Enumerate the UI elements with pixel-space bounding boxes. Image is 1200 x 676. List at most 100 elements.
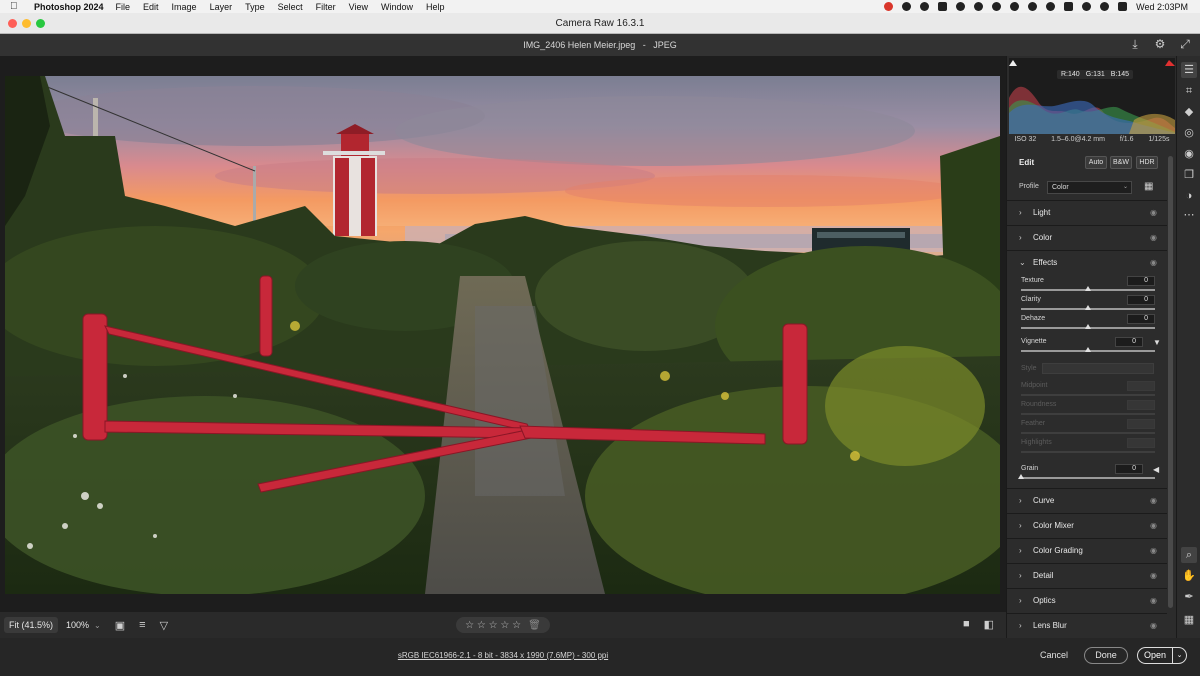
panel-scrollbar[interactable] [1168,156,1173,608]
section-light[interactable]: › Light ◉ [1007,200,1167,225]
red-eye-icon[interactable]: ◉ [1181,146,1197,162]
battery-icon[interactable] [1064,2,1074,11]
done-button[interactable]: Done [1084,647,1128,664]
section-color-grading[interactable]: › Color Grading ◉ [1007,538,1167,563]
circle-status-icon[interactable] [992,2,1002,11]
bw-button[interactable]: B&W [1110,156,1132,169]
zoom-dropdown-icon[interactable]: ⌄ [94,621,101,630]
sort-icon[interactable]: ≡ [139,619,145,631]
zoom-100-button[interactable]: 100% [66,620,89,630]
dehaze-value[interactable]: 0 [1127,314,1155,324]
profile-dropdown[interactable]: Color ⌄ [1047,181,1132,194]
section-curve[interactable]: › Curve ◉ [1007,488,1167,513]
more-options-icon[interactable]: ⋯ [1181,207,1197,223]
grid-overlay-icon[interactable]: ▦ [1181,612,1197,628]
trash-icon[interactable]: 🗑 [528,620,541,631]
vignette-value[interactable]: 0 [1115,337,1143,347]
menu-select[interactable]: Select [278,2,303,12]
masking-icon[interactable]: ◎ [1181,125,1197,141]
minimize-window-button[interactable] [22,19,31,28]
star-rating[interactable]: ☆ ☆ ☆ ☆ ☆ [465,620,521,631]
section-effects[interactable]: ⌄ Effects ◉ [1007,250,1167,275]
eye-icon[interactable]: ◉ [1150,496,1157,505]
eye-icon[interactable]: ◉ [1150,571,1157,580]
texture-value[interactable]: 0 [1127,276,1155,286]
menu-image[interactable]: Image [172,2,197,12]
app-status-icon[interactable] [884,2,894,11]
image-canvas[interactable] [0,56,1006,612]
search-icon[interactable] [1100,2,1110,11]
apple-icon[interactable]:  [10,1,24,12]
photo-preview[interactable] [5,76,1000,594]
dehaze-thumb[interactable] [1085,324,1091,329]
texture-slider[interactable]: Texture 0 [1007,276,1167,297]
eye-icon[interactable]: ◉ [1150,596,1157,605]
snapshots-icon[interactable]: ❐ [1181,167,1197,183]
menu-type[interactable]: Type [245,2,265,12]
clarity-value[interactable]: 0 [1127,295,1155,305]
vignette-thumb[interactable] [1085,347,1091,352]
dehaze-slider[interactable]: Dehaze 0 [1007,314,1167,335]
wifi-icon[interactable] [1082,2,1092,11]
app-menu-photoshop[interactable]: Photoshop 2024 [34,2,104,12]
eye-icon[interactable]: ◉ [1150,258,1157,267]
rating-stars[interactable]: ☆ ☆ ☆ ☆ ☆ 🗑 [456,617,550,633]
filmstrip-icon[interactable]: ▣ [115,619,125,632]
section-detail[interactable]: › Detail ◉ [1007,563,1167,588]
single-view-icon[interactable]: ■ [963,618,970,631]
expand-icon[interactable]: ⤢ [1178,37,1192,51]
menu-edit[interactable]: Edit [143,2,159,12]
edit-sliders-icon[interactable]: ☰ [1181,62,1197,78]
save-download-icon[interactable]: ⤓ [1128,37,1142,51]
hdr-button[interactable]: HDR [1136,156,1158,169]
eye-icon[interactable]: ◉ [1150,521,1157,530]
grain-track[interactable] [1021,477,1155,479]
dropbox-icon[interactable] [1046,2,1056,11]
eye-icon[interactable]: ◉ [1150,621,1157,630]
section-color[interactable]: › Color ◉ [1007,225,1167,250]
cancel-button[interactable]: Cancel [1040,650,1068,660]
color-sampler-icon[interactable]: ✒ [1181,589,1197,605]
menu-window[interactable]: Window [381,2,413,12]
menu-file[interactable]: File [116,2,131,12]
gear-status-icon[interactable] [974,2,984,11]
eye-icon[interactable]: ◉ [1150,208,1157,217]
grain-value[interactable]: 0 [1115,464,1143,474]
filter-icon[interactable]: ▽ [160,619,168,632]
presets-icon[interactable]: ◑ [1181,188,1197,204]
crop-icon[interactable]: ⌗ [1181,83,1197,99]
grain-slider[interactable]: Grain 0 ◀ [1007,464,1167,485]
section-optics[interactable]: › Optics ◉ [1007,588,1167,613]
grain-expand-icon[interactable]: ◀ [1153,465,1159,474]
open-options-chevron-icon[interactable]: ⌄ [1173,647,1187,664]
chat-status-icon[interactable] [1010,2,1020,11]
clarity-thumb[interactable] [1085,305,1091,310]
hand-tool-icon[interactable]: ✋ [1181,568,1197,584]
control-center-icon[interactable] [1118,2,1128,11]
profile-browser-icon[interactable]: ▦ [1144,181,1156,193]
zoom-fit-button[interactable]: Fit (41.5%) [4,617,59,633]
grain-thumb[interactable] [1018,474,1024,479]
creative-cloud-icon[interactable] [902,2,912,11]
menu-view[interactable]: View [349,2,368,12]
bluetooth-icon[interactable] [1028,2,1038,11]
gear-icon[interactable]: ⚙ [1153,37,1167,51]
vignette-slider[interactable]: Vignette 0 ▼ [1007,337,1167,358]
menubar-clock[interactable]: Wed 2:03PM [1136,2,1188,12]
menu-help[interactable]: Help [426,2,445,12]
workflow-options-link[interactable]: sRGB IEC61966-2.1 - 8 bit - 3834 x 1990 … [0,651,1006,660]
open-button[interactable]: Open [1137,647,1173,664]
close-window-button[interactable] [8,19,17,28]
auto-button[interactable]: Auto [1085,156,1107,169]
section-lens-blur[interactable]: › Lens Blur ◉ [1007,613,1167,638]
menu-layer[interactable]: Layer [210,2,233,12]
eye-icon[interactable]: ◉ [1150,546,1157,555]
before-after-icon[interactable]: ◧ [984,618,994,631]
texture-thumb[interactable] [1085,286,1091,291]
section-color-mixer[interactable]: › Color Mixer ◉ [1007,513,1167,538]
zoom-window-button[interactable] [36,19,45,28]
camera-icon[interactable] [938,2,948,11]
sync-icon[interactable] [920,2,930,11]
zoom-tool-icon[interactable]: ⌕ [1181,547,1197,563]
eraser-heal-icon[interactable]: ◆ [1181,104,1197,120]
